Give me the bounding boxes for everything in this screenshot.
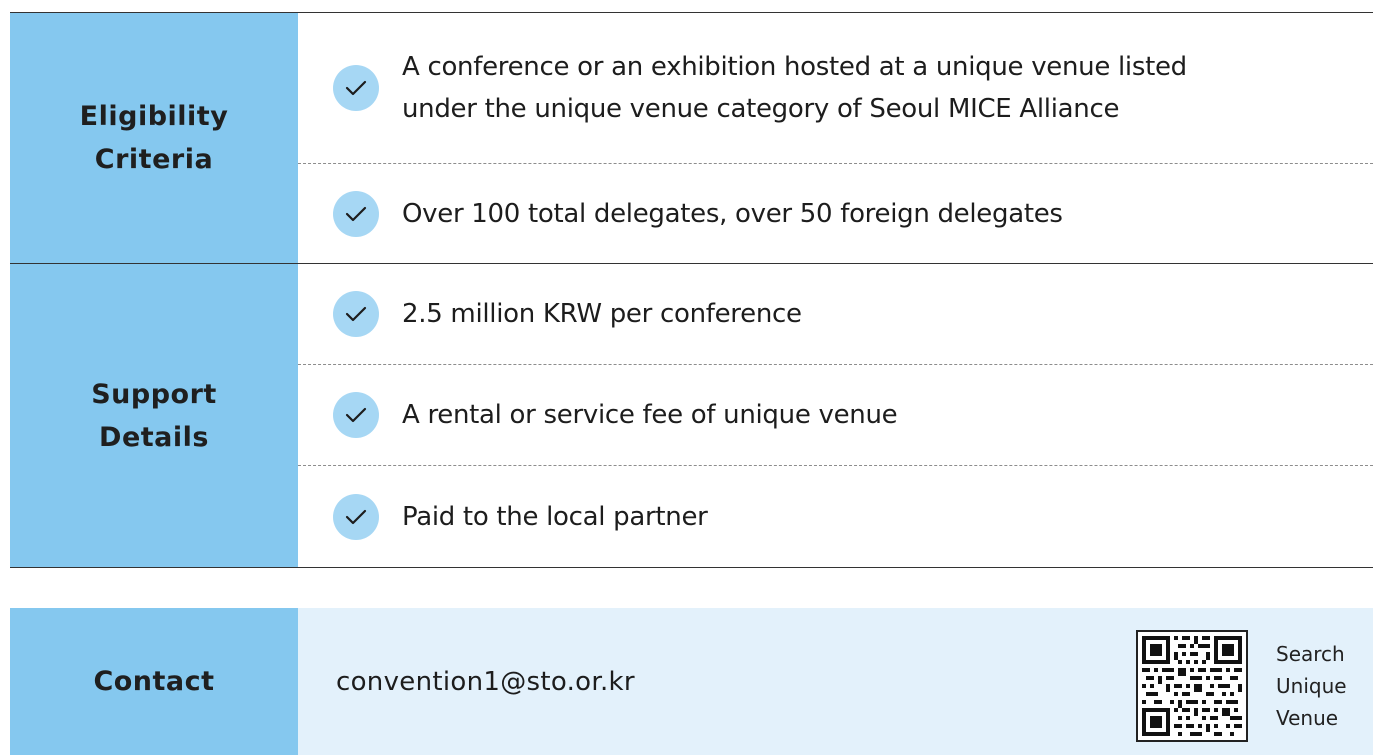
check-circle-icon	[333, 65, 379, 111]
list-item: A rental or service fee of unique venue	[298, 365, 1373, 466]
list-item: A conference or an exhibition hosted at …	[298, 13, 1373, 164]
eligibility-item-text: Over 100 total delegates, over 50 foreig…	[402, 193, 1063, 235]
support-item-line: Paid to the local partner	[402, 501, 708, 532]
eligibility-item-line: under the unique venue category of Seoul…	[402, 94, 1120, 124]
qr-label: Search Unique Venue	[1276, 638, 1347, 734]
qr-label-line: Venue	[1276, 706, 1339, 730]
support-item-text: Paid to the local partner	[402, 496, 708, 538]
list-item: Paid to the local partner	[298, 466, 1373, 567]
eligibility-item-line: A conference or an exhibition hosted at …	[402, 52, 1187, 82]
support-heading-line1: Support	[91, 378, 217, 410]
eligibility-heading-line1: Eligibility	[79, 101, 229, 132]
eligibility-rows: A conference or an exhibition hosted at …	[298, 13, 1373, 263]
contact-section: Contact convention1@sto.or.kr Search Uni…	[10, 608, 1373, 755]
support-item-line: 2.5 million KRW per conference	[402, 299, 802, 329]
support-heading: Support Details	[10, 264, 298, 567]
eligibility-heading: Eligibility Criteria	[10, 13, 298, 263]
list-item: Over 100 total delegates, over 50 foreig…	[298, 164, 1373, 263]
support-item-text: 2.5 million KRW per conference	[402, 293, 802, 335]
qr-code-icon[interactable]	[1136, 630, 1248, 742]
info-table: Eligibility Criteria A conference or an …	[10, 12, 1373, 568]
support-item-text: A rental or service fee of unique venue	[402, 394, 898, 436]
check-circle-icon	[333, 190, 379, 237]
check-circle-icon	[333, 392, 379, 438]
check-circle-icon	[333, 493, 379, 540]
support-heading-line2: Details	[99, 421, 209, 453]
eligibility-heading-line2: Criteria	[94, 144, 214, 175]
support-section: Support Details 2.5 million KRW per conf…	[10, 264, 1373, 568]
eligibility-item-text: A conference or an exhibition hosted at …	[402, 46, 1187, 130]
list-item: 2.5 million KRW per conference	[298, 264, 1373, 365]
contact-heading: Contact	[10, 608, 298, 755]
eligibility-section: Eligibility Criteria A conference or an …	[10, 13, 1373, 264]
check-circle-icon	[333, 291, 379, 337]
support-rows: 2.5 million KRW per conference A rental …	[298, 264, 1373, 567]
qr-label-line: Unique	[1276, 674, 1347, 698]
support-item-line: A rental or service fee of unique venue	[402, 400, 898, 430]
qr-label-line: Search	[1276, 642, 1345, 666]
eligibility-item-line: Over 100 total delegates, over 50 foreig…	[402, 198, 1063, 229]
